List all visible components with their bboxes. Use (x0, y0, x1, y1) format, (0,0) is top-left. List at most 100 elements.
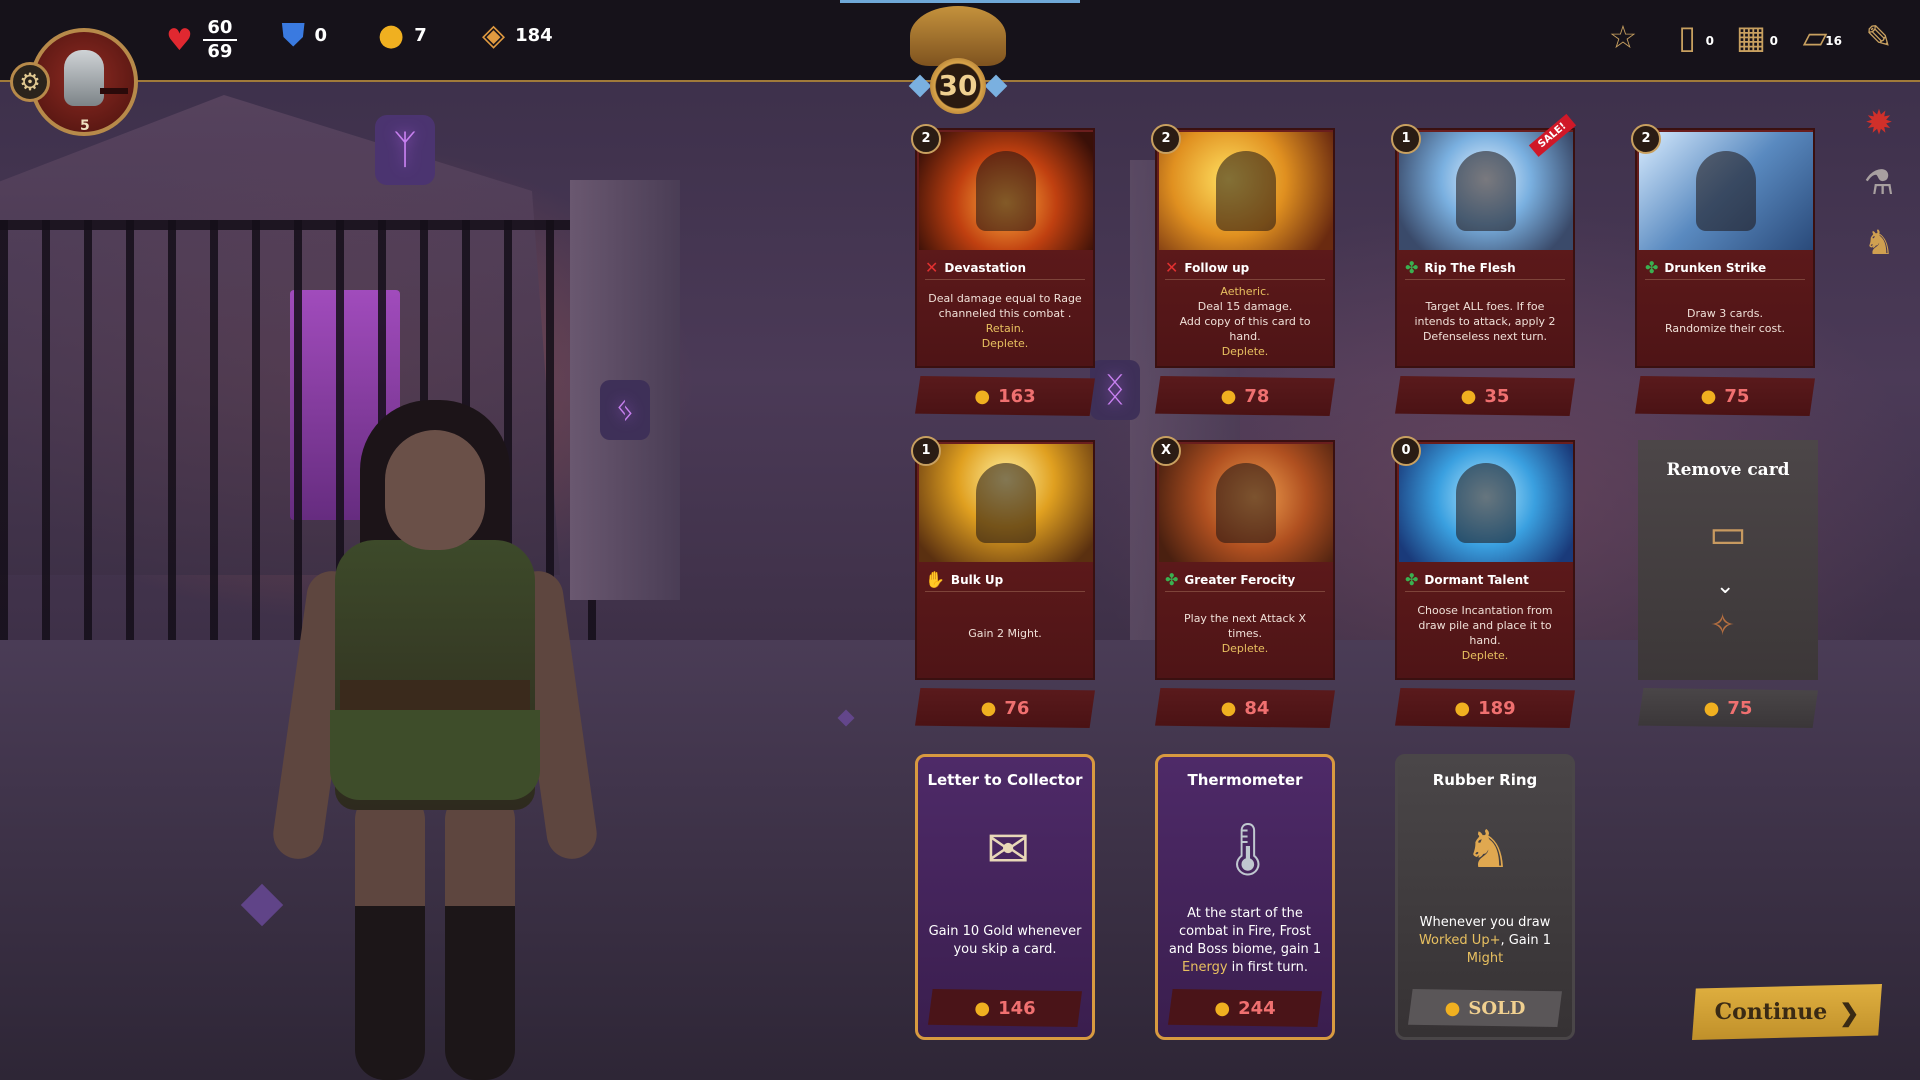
shop-relic[interactable]: Letter to Collector ✉ Gain 10 Gold wheneve… (915, 754, 1095, 1040)
card-description-line: Deal 15 damage. (1197, 299, 1293, 313)
shop-relic[interactable]: Rubber Ring ♞ Whenever you draw Worked Up+… (1395, 754, 1575, 1040)
star-map-icon: ☆ (1608, 18, 1638, 56)
deck-button[interactable]: ▱ 16 (1794, 16, 1842, 58)
remove-card-price[interactable]: ● 75 (1638, 688, 1818, 728)
gold-pouch-icon: ● (1214, 997, 1231, 1019)
attack-type-icon: ✕ (1165, 258, 1179, 277)
card-price[interactable]: ● 163 (915, 376, 1095, 416)
card-price[interactable]: ● 75 (1635, 376, 1815, 416)
card-description-line: Draw 3 cards. (1686, 307, 1764, 320)
card-cost: 1 (1391, 124, 1421, 154)
card-title: Greater Ferocity (1184, 572, 1296, 587)
remove-card-service[interactable]: Remove card ▭ ⌄ ✧ (1638, 440, 1818, 680)
card-description: Play the next Attack X times. Deplete. (1167, 598, 1323, 668)
helmet-icon (64, 50, 128, 106)
card-description-line: Deal damage equal to Rage channeled this… (928, 292, 1082, 320)
top-right-toolbar: ☆ ▯ 0 ▦ 0 ▱ 16 ✎ (1602, 16, 1900, 58)
gear-icon: ⚙ (19, 68, 41, 96)
shield-stat[interactable]: ⛊ 0 (282, 18, 327, 53)
diamond-gem-icon: ◈ (482, 18, 506, 53)
discard-pile-button[interactable]: ▦ 0 (1730, 16, 1778, 58)
discard-pile-icon: ▦ (1735, 18, 1767, 56)
card-description-line: Aetheric. (1220, 284, 1270, 298)
card-description: Draw 3 cards. Randomize their cost. (1647, 286, 1803, 356)
card-price[interactable]: ● 35 (1395, 376, 1575, 416)
flame-relic-icon[interactable]: ✹ (1856, 100, 1902, 146)
shop-relic[interactable]: Thermometer 🌡 At the start of the combat i… (1155, 754, 1335, 1040)
relic-description: At the start of the combat in Fire, Fros… (1168, 906, 1322, 975)
card-description-line: Play the next Attack X times. (1184, 611, 1306, 640)
card-art (1639, 132, 1813, 250)
continue-button[interactable]: Continue ❯ (1692, 984, 1882, 1040)
strongman-relic-icon[interactable]: ♞ (1856, 220, 1902, 266)
draw-pile-button[interactable]: ▯ 0 (1666, 16, 1714, 58)
gold-pouch-icon: ● (1703, 697, 1720, 719)
quill-button[interactable]: ✎ (1858, 16, 1900, 58)
card-description-line: Deplete. (1221, 344, 1269, 358)
power-type-icon: ✋ (925, 570, 945, 589)
health-stat[interactable]: ♥ 60 69 (166, 18, 237, 62)
gold-value: 7 (414, 25, 427, 46)
shield-icon: ⛊ (282, 18, 305, 53)
card-title: Drunken Strike (1664, 260, 1767, 275)
shop-card[interactable]: 1 SALE! ✤ Rip The Flesh Target ALL foes. If … (1391, 114, 1577, 368)
card-price[interactable]: ● 76 (915, 688, 1095, 728)
discard-pile-count: 0 (1769, 34, 1778, 48)
card-description: Deal damage equal to Rage channeled this… (927, 286, 1083, 356)
card-description-line: Add copy of this card to hand. (1179, 314, 1311, 343)
relic-title: Letter to Collector (927, 771, 1083, 789)
relic-price[interactable]: ● 146 (928, 989, 1082, 1027)
card-price[interactable]: ● 189 (1395, 688, 1575, 728)
card-description: Choose Incantation from draw pile and pl… (1407, 598, 1563, 668)
relic-title: Thermometer (1187, 771, 1303, 789)
deck-count: 16 (1825, 34, 1842, 48)
skill-type-icon: ✤ (1165, 570, 1179, 589)
gold-pouch-icon: ● (974, 997, 991, 1019)
rune-glyph-icon: ᛉ (375, 115, 435, 185)
chevron-right-icon: ❯ (1839, 997, 1860, 1027)
act-level-emblem: 30 (898, 6, 1018, 116)
card-price[interactable]: ● 84 (1155, 688, 1335, 728)
act-level: 30 (930, 58, 986, 114)
gold-pouch-icon: ● (1460, 385, 1477, 407)
relic-description: Whenever you draw Worked Up+, Gain 1 Mig… (1418, 915, 1552, 966)
gold-pouch-icon: ● (1220, 697, 1237, 719)
relic-title: Rubber Ring (1432, 771, 1538, 789)
shop-card[interactable]: X ✤ Greater Ferocity Play the next Attack X… (1151, 436, 1335, 680)
card-art (919, 132, 1093, 250)
gold-pouch-icon: ● (974, 385, 991, 407)
card-title: Dormant Talent (1424, 572, 1529, 587)
potion-relic-icon[interactable]: ⚗ (1856, 160, 1902, 206)
card-description-line: Deplete. (1461, 649, 1509, 662)
shop-card[interactable]: 2 ✕ Devastation Deal damage equal to Rage c… (911, 124, 1095, 368)
dragon-emblem-icon (910, 6, 1006, 66)
card-art (919, 444, 1093, 562)
relic-price[interactable]: ● 244 (1168, 989, 1322, 1027)
skill-type-icon: ✤ (1405, 570, 1419, 589)
remove-card-title: Remove card (1666, 460, 1790, 480)
sealed-letter-icon: ✉ (986, 820, 1030, 880)
shop-card[interactable]: 2 ✕ Follow up Aetheric. Deal 15 damage. Add c… (1151, 124, 1335, 368)
draw-pile-icon: ▯ (1678, 18, 1696, 56)
shop-card[interactable]: 1 ✋ Bulk Up Gain 2 Might. (911, 436, 1095, 680)
gem-stat[interactable]: ◈ 184 (482, 18, 553, 53)
card-cost: 2 (911, 124, 941, 154)
card-description: Aetheric. Deal 15 damage. Add copy of this… (1167, 284, 1323, 358)
settings-button[interactable]: ⚙ (10, 62, 50, 102)
gold-pouch-icon: ● (980, 697, 997, 719)
rune-glyph-icon: ᛃ (600, 380, 650, 440)
star-map-button[interactable]: ☆ (1602, 16, 1644, 58)
gold-pouch-icon: ● (1444, 997, 1461, 1019)
card-cost: X (1151, 436, 1181, 466)
skill-type-icon: ✤ (1645, 258, 1659, 277)
shop-card[interactable]: 2 ✤ Drunken Strike Draw 3 cards. Randomize t… (1631, 124, 1815, 368)
gold-pouch-icon: ● (1220, 385, 1237, 407)
card-cost: 1 (911, 436, 941, 466)
sold-label[interactable]: ● SOLD (1408, 989, 1562, 1027)
gold-stat[interactable]: ● 7 (378, 18, 427, 53)
shop-card[interactable]: 0 ✤ Dormant Talent Choose Incantation from … (1391, 436, 1575, 680)
card-price[interactable]: ● 78 (1155, 376, 1335, 416)
card-title: Bulk Up (950, 572, 1004, 587)
player-character (270, 400, 600, 1080)
card-description-line: Gain 2 Might. (968, 626, 1042, 640)
